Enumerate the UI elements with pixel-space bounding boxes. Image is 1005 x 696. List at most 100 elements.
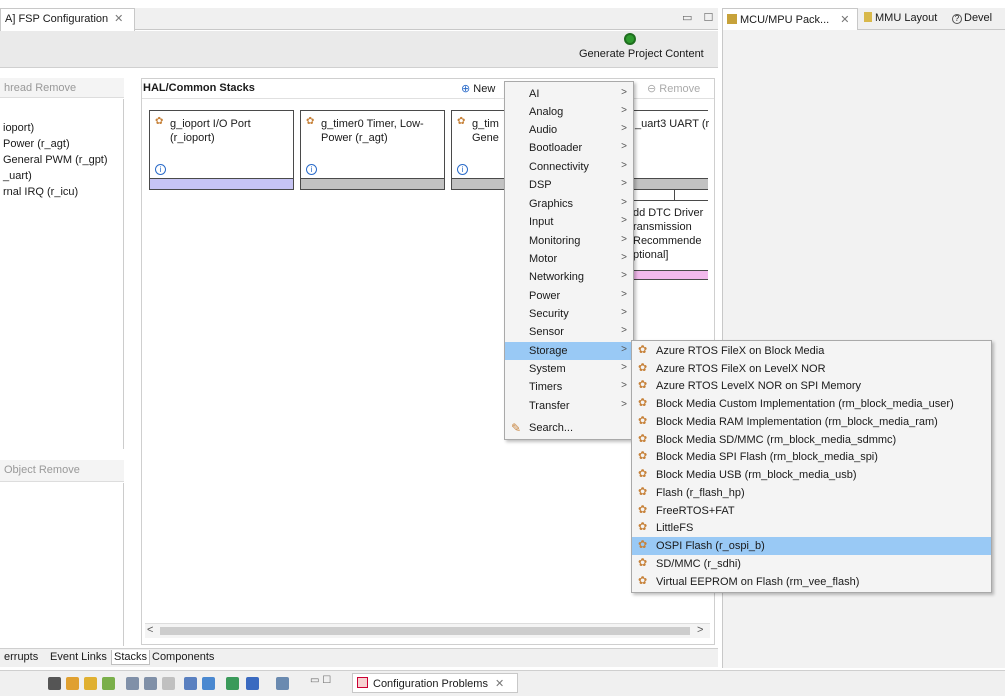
remove-stack-button[interactable]: ⊖ Remove bbox=[647, 82, 700, 95]
menu-item-motor[interactable]: Motor > bbox=[505, 250, 633, 268]
gear-icon: ✿ bbox=[638, 344, 648, 356]
menu-item-system[interactable]: System > bbox=[505, 360, 633, 378]
new-console-icon[interactable] bbox=[184, 677, 197, 690]
threads-toolbar[interactable]: hread Remove bbox=[0, 78, 124, 98]
submenu-item[interactable]: ✿ Virtual EEPROM on Flash (rm_vee_flash) bbox=[632, 573, 991, 591]
menu-item-monitoring[interactable]: Monitoring > bbox=[505, 232, 633, 250]
chevron-right-icon: > bbox=[621, 325, 627, 336]
submenu-item[interactable]: ✿ Azure RTOS FileX on Block Media bbox=[632, 342, 991, 360]
remove-icon: ⊖ bbox=[647, 83, 657, 95]
new-stack-button[interactable]: ⊕ New bbox=[461, 82, 495, 95]
submenu-item[interactable]: ✿ SD/MMC (r_sdhi) bbox=[632, 555, 991, 573]
menu-item-search[interactable]: Search... bbox=[505, 419, 633, 437]
chevron-right-icon: > bbox=[621, 344, 627, 355]
menu-item-networking[interactable]: Networking > bbox=[505, 268, 633, 286]
menu-item-label: Audio bbox=[529, 124, 558, 136]
stack-timer-gpt[interactable]: ✿ g_tim Gene i bbox=[451, 110, 511, 190]
submenu-item-label: Azure RTOS FileX on Block Media bbox=[656, 345, 825, 357]
filter-icon[interactable] bbox=[102, 677, 115, 690]
objects-toolbar[interactable]: Object Remove bbox=[0, 460, 124, 482]
menu-item-timers[interactable]: Timers > bbox=[505, 378, 633, 396]
stack-uart3[interactable]: _uart3 UART (r bbox=[630, 110, 709, 190]
dtc-driver-slot[interactable]: dd DTC Driver ransmission Recommende pti… bbox=[630, 200, 708, 280]
menu-item-graphics[interactable]: Graphics > bbox=[505, 195, 633, 213]
tab-components[interactable]: Components bbox=[150, 650, 216, 664]
bulb-icon[interactable] bbox=[84, 677, 97, 690]
submenu-item[interactable]: ✿ FreeRTOS+FAT bbox=[632, 502, 991, 520]
menu-item-dsp[interactable]: DSP > bbox=[505, 176, 633, 194]
tab-developer[interactable]: ? Devel bbox=[952, 8, 992, 30]
view-menu-icon[interactable]: ▭ ☐ bbox=[310, 675, 331, 686]
dtc-bar bbox=[631, 270, 708, 279]
chevron-right-icon: > bbox=[621, 289, 627, 300]
menu-item-bootloader[interactable]: Bootloader > bbox=[505, 139, 633, 157]
submenu-item[interactable]: ✿ Block Media RAM Implementation (rm_bloc… bbox=[632, 413, 991, 431]
scroll-left-icon[interactable]: < bbox=[147, 624, 153, 636]
submenu-item[interactable]: ✿ Block Media SD/MMC (rm_block_media_sdmm… bbox=[632, 431, 991, 449]
submenu-item[interactable]: ✿ Azure RTOS FileX on LevelX NOR bbox=[632, 360, 991, 378]
info-icon[interactable]: i bbox=[306, 164, 317, 175]
info-icon[interactable]: i bbox=[457, 164, 468, 175]
submenu-item[interactable]: ✿ Block Media Custom Implementation (rm_b… bbox=[632, 395, 991, 413]
close-icon[interactable]: ✕ bbox=[114, 13, 123, 25]
window-controls[interactable]: ▭ ☐ bbox=[682, 11, 717, 24]
menu-item-ai[interactable]: AI > bbox=[505, 85, 633, 103]
thread-item[interactable]: rnal IRQ (r_icu) bbox=[3, 186, 78, 198]
thread-item[interactable]: _uart) bbox=[3, 170, 32, 182]
thread-item[interactable]: General PWM (r_gpt) bbox=[3, 154, 108, 166]
generate-project-content-button[interactable]: Generate Project Content bbox=[579, 48, 704, 60]
submenu-item-label: OSPI Flash (r_ospi_b) bbox=[656, 540, 765, 552]
display-icon[interactable] bbox=[202, 677, 215, 690]
tab-mcu-mpu-package[interactable]: MCU/MPU Pack... ✕ bbox=[722, 8, 858, 30]
thread-item[interactable]: ioport) bbox=[3, 122, 34, 134]
open-console-icon[interactable] bbox=[276, 677, 289, 690]
chevron-right-icon: > bbox=[621, 234, 627, 245]
submenu-item[interactable]: ✿ Block Media USB (rm_block_media_usb) bbox=[632, 466, 991, 484]
lock-icon[interactable] bbox=[66, 677, 79, 690]
info-icon[interactable]: i bbox=[155, 164, 166, 175]
menu-item-audio[interactable]: Audio > bbox=[505, 121, 633, 139]
tab-event-links[interactable]: Event Links bbox=[48, 650, 109, 664]
menu-item-transfer[interactable]: Transfer > bbox=[505, 397, 633, 415]
close-icon[interactable]: ✕ bbox=[840, 14, 849, 26]
stack-timer0[interactable]: ✿ g_timer0 Timer, Low-Power (r_agt) i bbox=[300, 110, 445, 190]
menu-item-label: AI bbox=[529, 88, 540, 100]
thread-item[interactable]: Power (r_agt) bbox=[3, 138, 70, 150]
menu-item-security[interactable]: Security > bbox=[505, 305, 633, 323]
tab-stacks[interactable]: Stacks bbox=[111, 650, 151, 665]
gear-icon: ✿ bbox=[155, 116, 164, 127]
paste-icon[interactable] bbox=[144, 677, 157, 690]
pin-icon[interactable] bbox=[226, 677, 239, 690]
expand-icon[interactable] bbox=[162, 677, 175, 690]
submenu-item[interactable]: ✿ Azure RTOS LevelX NOR on SPI Memory bbox=[632, 377, 991, 395]
tab-mmu-layout[interactable]: MMU Layout bbox=[864, 8, 937, 30]
submenu-item[interactable]: ✿ Flash (r_flash_hp) bbox=[632, 484, 991, 502]
generate-icon[interactable] bbox=[624, 33, 636, 45]
tab-label: Devel bbox=[964, 12, 993, 24]
clear-icon[interactable] bbox=[48, 677, 61, 690]
stack-label: g_tim Gene bbox=[472, 118, 499, 144]
objects-list bbox=[0, 483, 124, 646]
chevron-right-icon: > bbox=[621, 380, 627, 391]
tab-configuration-problems[interactable]: Configuration Problems ✕ bbox=[352, 673, 518, 693]
submenu-item-label: Block Media RAM Implementation (rm_block… bbox=[656, 416, 938, 428]
scrollbar-thumb[interactable] bbox=[160, 627, 690, 635]
scroll-right-icon[interactable]: > bbox=[697, 624, 703, 636]
close-icon[interactable]: ✕ bbox=[495, 678, 504, 690]
menu-item-sensor[interactable]: Sensor > bbox=[505, 323, 633, 341]
submenu-item-selected[interactable]: ✿ OSPI Flash (r_ospi_b) bbox=[632, 537, 991, 555]
menu-item-label: Analog bbox=[529, 106, 564, 118]
stack-ioport[interactable]: ✿ g_ioport I/O Port (r_ioport) i bbox=[149, 110, 294, 190]
submenu-item[interactable]: ✿ LittleFS bbox=[632, 519, 991, 537]
monitor-icon[interactable] bbox=[246, 677, 259, 690]
tab-interrupts[interactable]: errupts bbox=[2, 650, 40, 664]
submenu-item[interactable]: ✿ Block Media SPI Flash (rm_block_media_s… bbox=[632, 448, 991, 466]
gear-icon: ✿ bbox=[638, 433, 648, 445]
menu-item-power[interactable]: Power > bbox=[505, 287, 633, 305]
menu-item-input[interactable]: Input > bbox=[505, 213, 633, 231]
copy-icon[interactable] bbox=[126, 677, 139, 690]
menu-item-connectivity[interactable]: Connectivity > bbox=[505, 158, 633, 176]
menu-item-storage[interactable]: Storage > bbox=[505, 342, 633, 360]
menu-item-analog[interactable]: Analog > bbox=[505, 103, 633, 121]
tab-fsp-configuration[interactable]: A] FSP Configuration ✕ bbox=[0, 8, 135, 31]
